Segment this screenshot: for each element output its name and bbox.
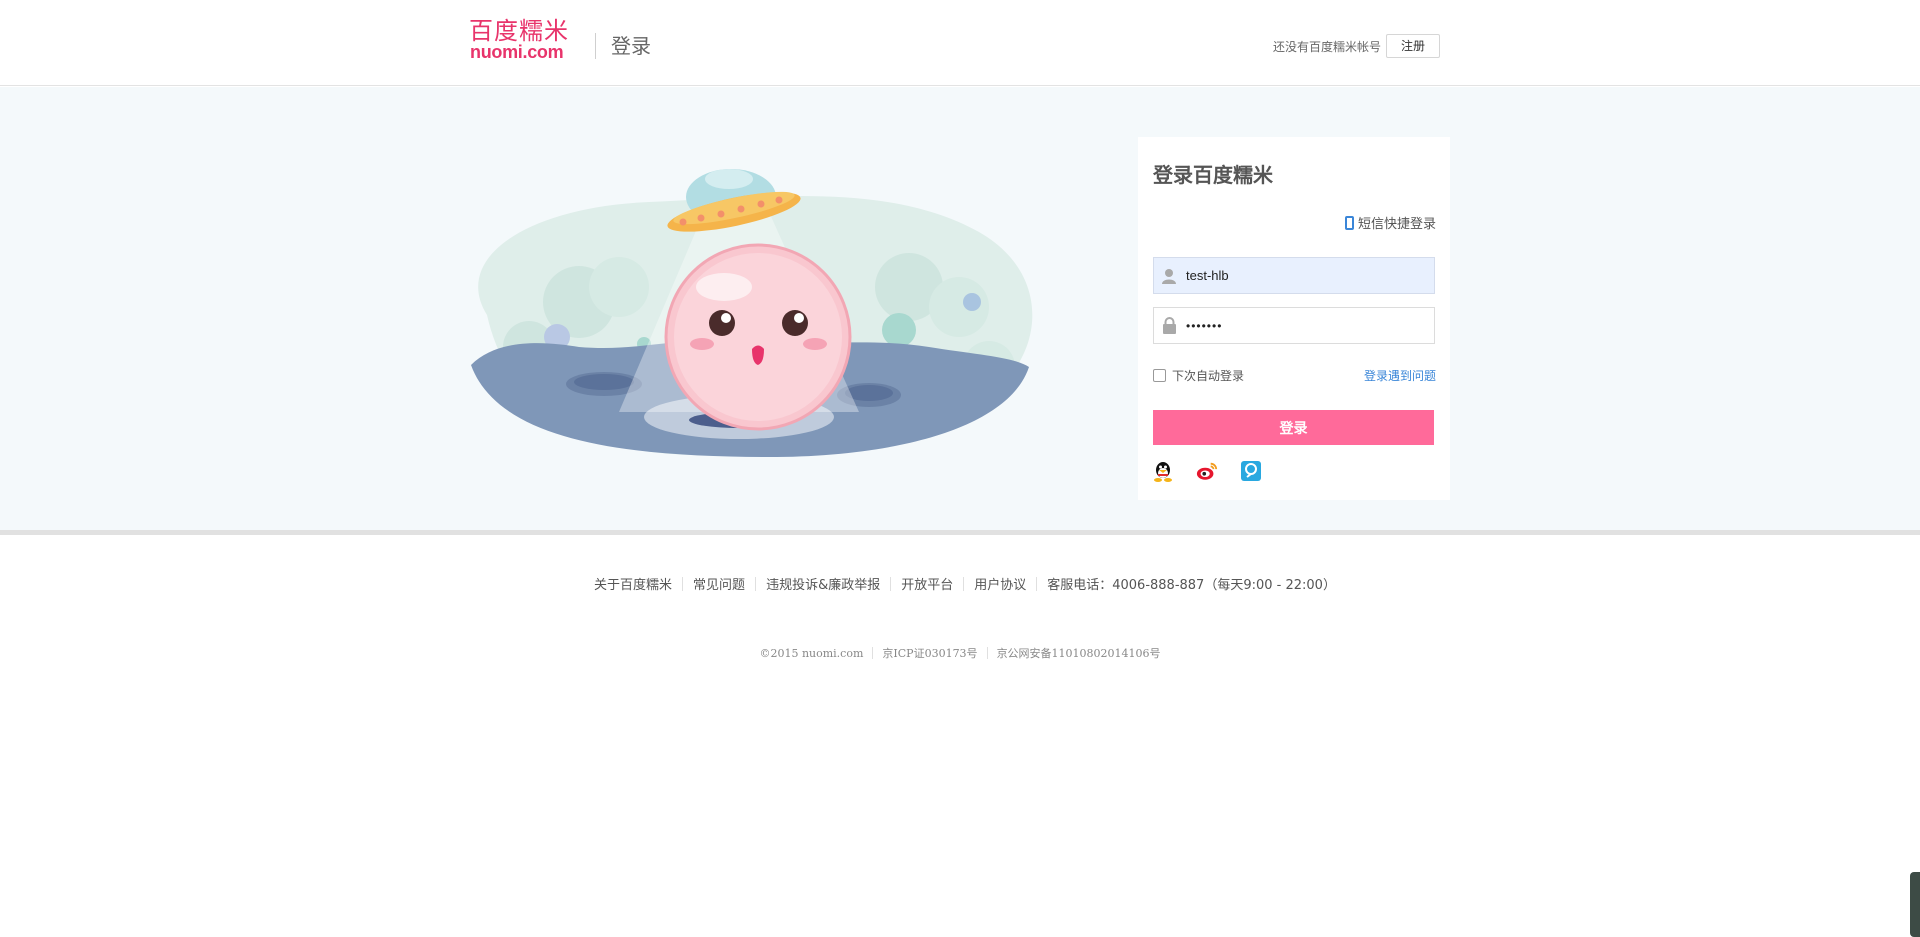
- password-field[interactable]: •••••••: [1153, 307, 1435, 344]
- logo-text-en: nuomi.com: [470, 42, 564, 62]
- weibo-icon[interactable]: [1196, 460, 1218, 482]
- phone-icon: [1344, 215, 1354, 230]
- remember-me: 下次自动登录: [1153, 367, 1244, 384]
- footer-links: 关于百度糯米 常见问题 违规投诉&廉政举报 开放平台 用户协议 客服电话：400…: [0, 574, 1920, 593]
- sms-login-label: 短信快捷登录: [1357, 217, 1436, 232]
- footer-link-about[interactable]: 关于百度糯米: [584, 574, 682, 593]
- lock-icon: [1154, 308, 1184, 343]
- username-field[interactable]: test-hlb: [1153, 257, 1435, 294]
- service-phone: 客服电话：4006-888-887（每天9:00 - 22:00）: [1047, 578, 1336, 593]
- username-value: test-hlb: [1186, 268, 1229, 283]
- side-widget[interactable]: [1910, 872, 1920, 937]
- remember-label: 下次自动登录: [1172, 369, 1245, 383]
- baidu-icon[interactable]: [1240, 460, 1262, 482]
- login-submit-button[interactable]: 登录: [1153, 410, 1434, 445]
- copyright: ©2015 nuomi.com: [759, 646, 864, 660]
- footer-link-report[interactable]: 违规投诉&廉政举报: [756, 574, 890, 593]
- sms-login-link[interactable]: 短信快捷登录: [1344, 213, 1436, 232]
- login-panel: 登录百度糯米 短信快捷登录 test-hlb ••••••• 下次自动登录 登录…: [1138, 137, 1450, 500]
- nuomi-logo[interactable]: 百度糯米 nuomi.com: [469, 17, 569, 62]
- footer-link-agreement[interactable]: 用户协议: [964, 574, 1036, 593]
- logo-text-cn: 百度糯米: [469, 17, 569, 45]
- section-divider: [0, 530, 1920, 535]
- qq-icon[interactable]: [1152, 460, 1174, 482]
- footer-link-faq[interactable]: 常见问题: [683, 574, 755, 593]
- police-record[interactable]: 京公网安备11010802014106号: [988, 645, 1170, 661]
- login-title: 登录百度糯米: [1153, 163, 1273, 187]
- footer-link-open-platform[interactable]: 开放平台: [891, 574, 963, 593]
- header-register-area: 还没有百度糯米帐号 注册: [1273, 34, 1440, 58]
- header-divider: [595, 33, 596, 59]
- mascot-illustration: [471, 169, 1033, 457]
- footer-legal: ©2015 nuomi.com 京ICP证030173号 京公网安备110108…: [0, 645, 1920, 661]
- register-button[interactable]: 注册: [1385, 34, 1440, 58]
- icp-license[interactable]: 京ICP证030173号: [873, 645, 986, 661]
- page-title: 登录: [611, 34, 651, 58]
- no-account-hint: 还没有百度糯米帐号: [1272, 39, 1381, 54]
- login-problem-link[interactable]: 登录遇到问题: [1364, 367, 1436, 384]
- user-icon: [1154, 258, 1184, 293]
- login-banner: 登录百度糯米 短信快捷登录 test-hlb ••••••• 下次自动登录 登录…: [0, 87, 1920, 533]
- password-value: •••••••: [1186, 318, 1223, 333]
- social-login-bar: [1152, 460, 1262, 482]
- page-header: 百度糯米 nuomi.com 登录 还没有百度糯米帐号 注册: [0, 0, 1920, 86]
- remember-checkbox[interactable]: [1153, 369, 1166, 382]
